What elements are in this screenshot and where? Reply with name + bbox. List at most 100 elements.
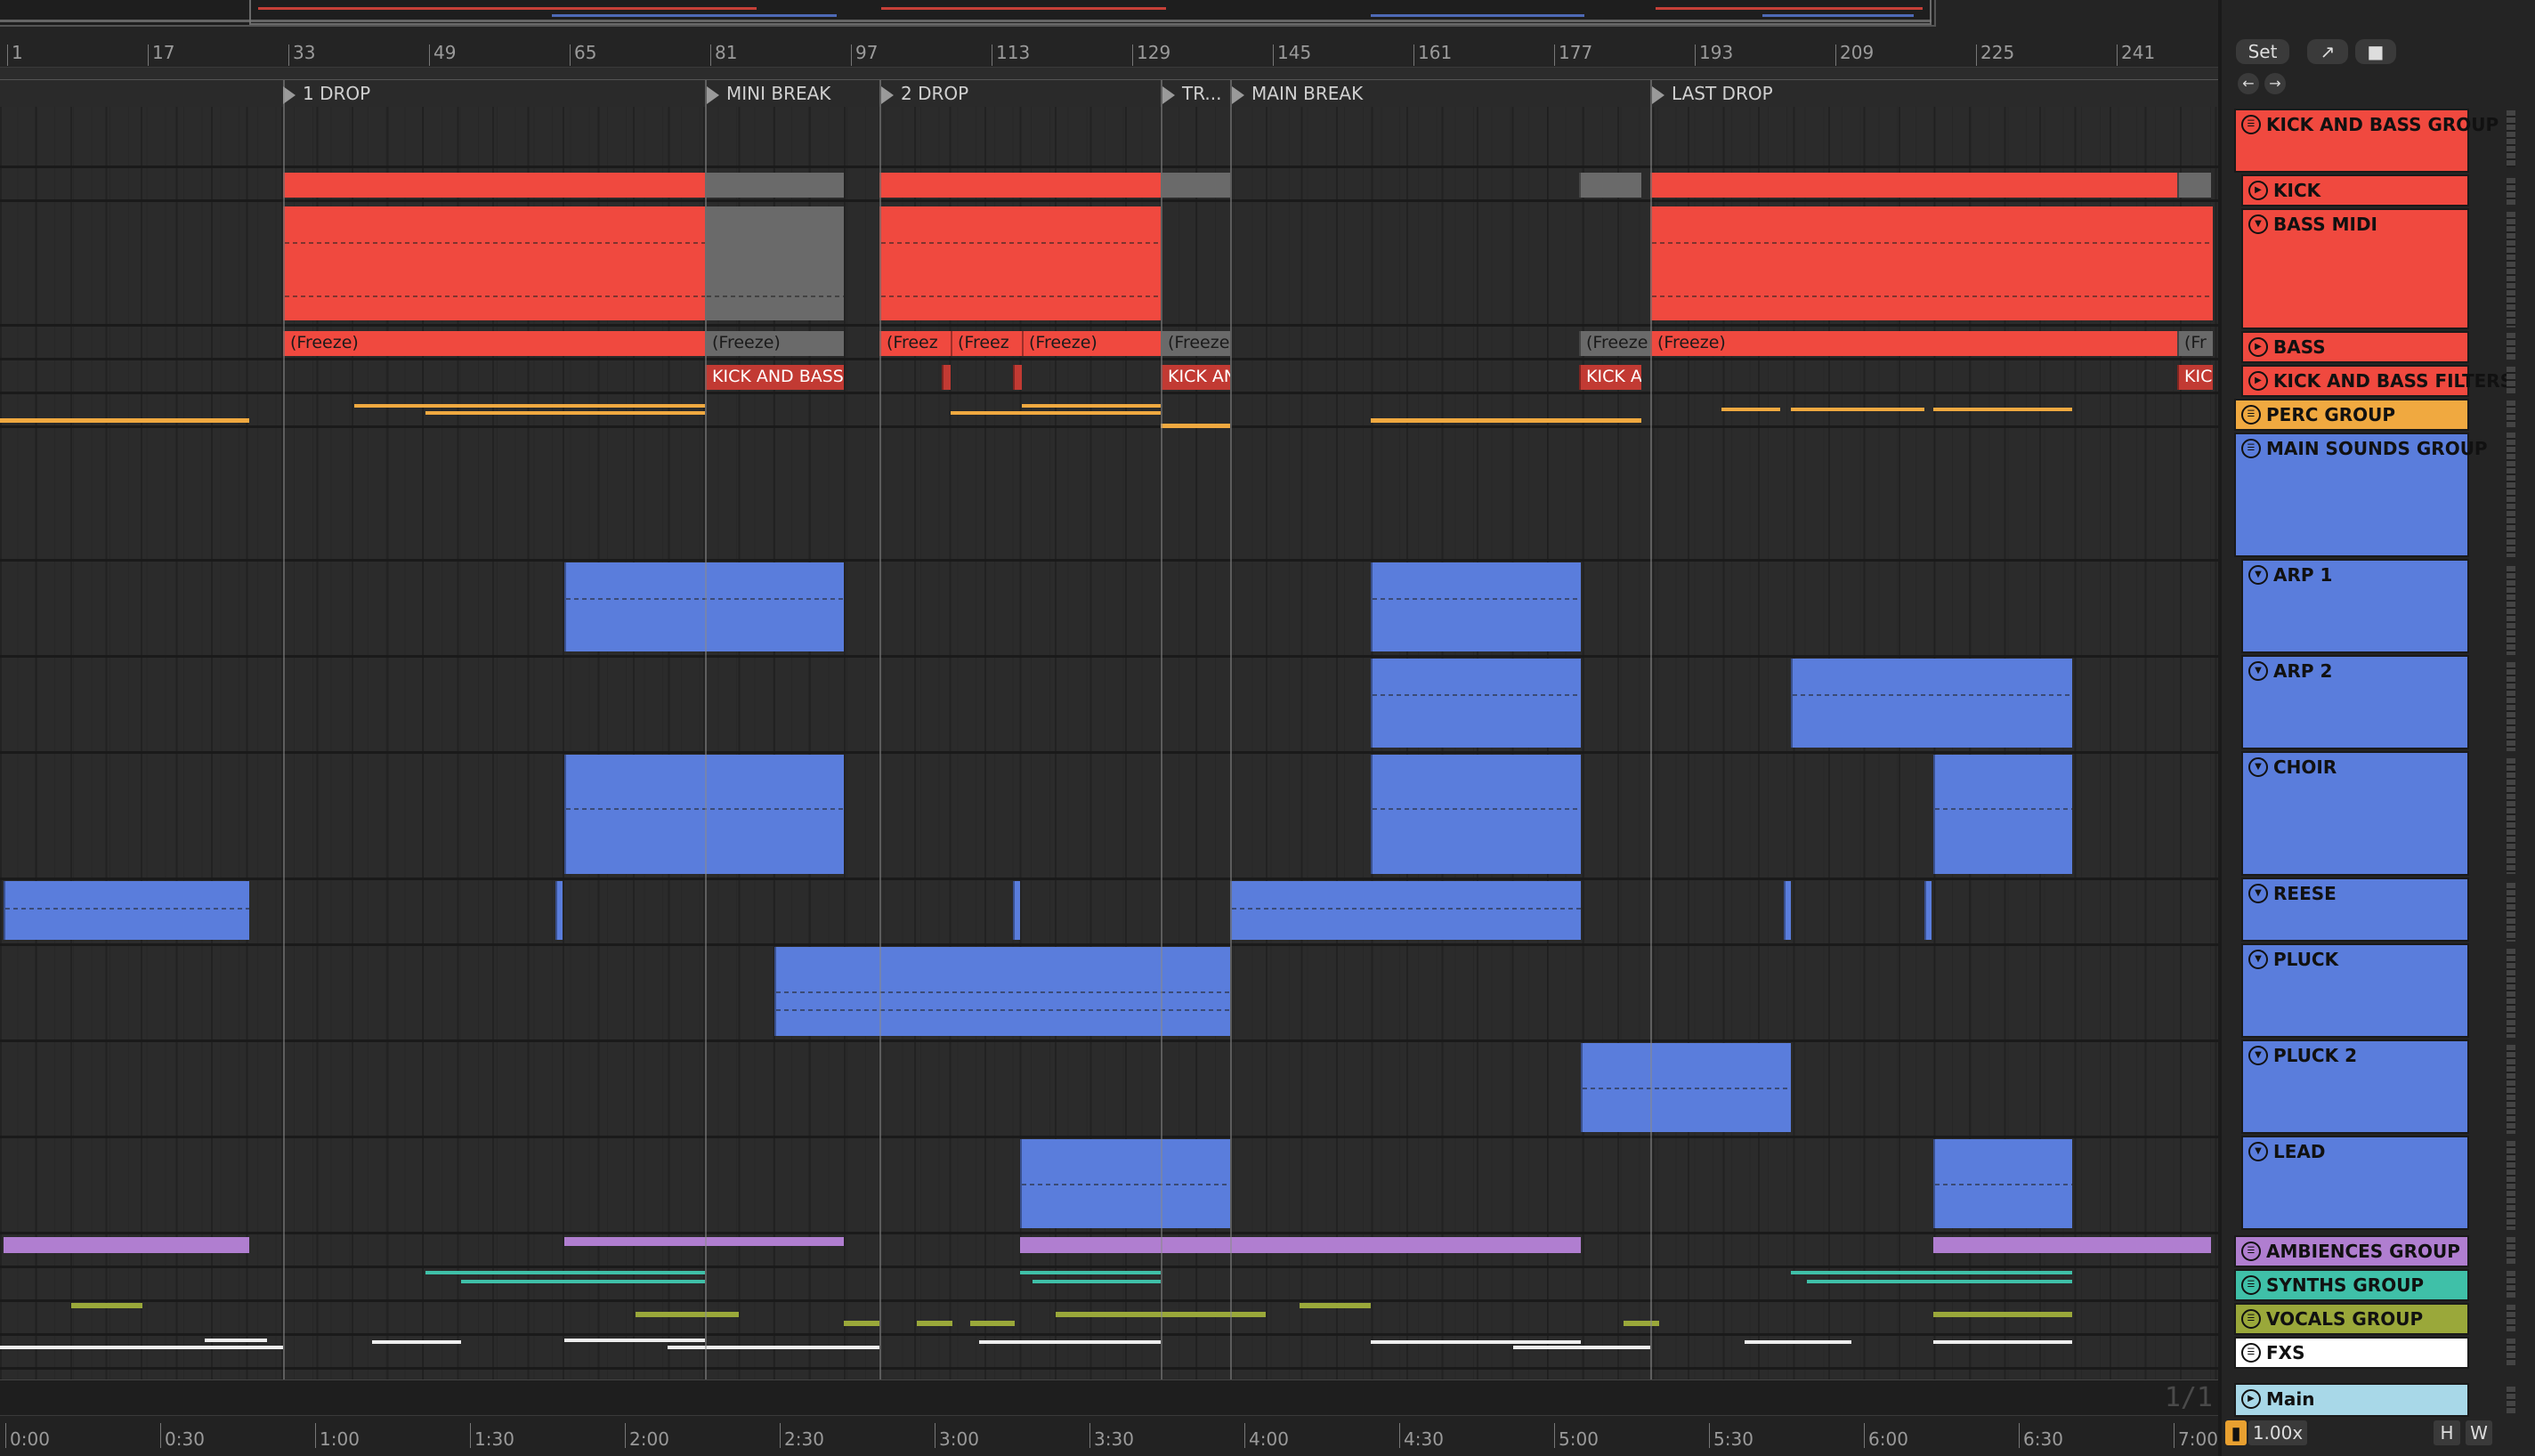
group-fold-icon[interactable]: ☰ <box>2241 1309 2261 1329</box>
play-icon[interactable]: ▶ <box>2248 337 2268 357</box>
filters-clip[interactable]: KIC <box>2177 365 2213 390</box>
choir-clip[interactable] <box>1933 755 2072 874</box>
loop-bar[interactable] <box>0 68 2218 80</box>
bass-midi-clip[interactable] <box>283 206 705 320</box>
reese-clip[interactable] <box>555 881 563 940</box>
lead-clip[interactable] <box>1933 1139 2072 1228</box>
track-header-pluck-2[interactable]: ▼ PLUCK 2 <box>2241 1039 2469 1134</box>
bass-frozen-clip[interactable]: (Freez <box>951 331 1022 356</box>
track-header-lead[interactable]: ▼ LEAD <box>2241 1136 2469 1230</box>
arp2-clip[interactable] <box>1371 659 1581 748</box>
zoom-value[interactable]: 1.00x <box>2248 1420 2307 1445</box>
filters-clip[interactable] <box>942 365 951 390</box>
fold-down-icon[interactable]: ▼ <box>2248 1046 2268 1065</box>
beat-ruler[interactable]: 1 17 33 49 65 81 97 113 129 145 161 177 … <box>0 34 2218 68</box>
play-icon[interactable]: ▶ <box>2248 371 2268 391</box>
bass-frozen-clip[interactable]: (Freeze <box>1579 331 1650 356</box>
arrow-right-icon[interactable]: → <box>2264 73 2286 94</box>
locator-last-drop[interactable]: LAST DROP <box>1650 83 1773 104</box>
bass-frozen-clip[interactable]: (Fr <box>2177 331 2213 356</box>
track-header-pluck[interactable]: ▼ PLUCK <box>2241 943 2469 1038</box>
filters-clip[interactable]: KICK AN <box>1161 365 1230 390</box>
bass-frozen-clip[interactable]: (Freeze) <box>283 331 705 356</box>
fold-down-icon[interactable]: ▼ <box>2248 214 2268 234</box>
arp1-clip[interactable] <box>1371 562 1581 651</box>
main-track-lane[interactable]: 1/1 <box>0 1379 2218 1415</box>
locator-row[interactable]: 1 DROP MINI BREAK 2 DROP TR... MAIN BREA… <box>0 80 2218 107</box>
reese-clip[interactable] <box>1784 881 1791 940</box>
arrangement-view[interactable]: (Freeze) (Freeze) (Freez (Freez (Freeze)… <box>0 107 2218 1379</box>
bass-midi-clip[interactable] <box>1650 206 2213 320</box>
locator-main-break[interactable]: MAIN BREAK <box>1230 83 1363 104</box>
locator-1-drop[interactable]: 1 DROP <box>281 83 370 104</box>
track-header-arp-1[interactable]: ▼ ARP 1 <box>2241 559 2469 653</box>
cpu-meter-icon[interactable]: ▮ <box>2225 1420 2247 1445</box>
h-button[interactable]: H <box>2434 1420 2460 1445</box>
filters-clip[interactable]: KICK AND BASS <box>705 365 844 390</box>
group-fold-icon[interactable]: ☰ <box>2241 405 2261 425</box>
reese-clip[interactable] <box>1230 881 1581 940</box>
track-header-fxs[interactable]: ☰ FXS <box>2234 1337 2469 1369</box>
play-icon[interactable]: ▶ <box>2248 181 2268 200</box>
group-fold-icon[interactable]: ☰ <box>2241 115 2261 134</box>
reese-clip[interactable] <box>1924 881 1932 940</box>
fold-down-icon[interactable]: ▼ <box>2248 884 2268 903</box>
filters-clip[interactable] <box>1013 365 1022 390</box>
track-header-synths-group[interactable]: ☰ SYNTHS GROUP <box>2234 1269 2469 1301</box>
track-header-bass-midi[interactable]: ▼ BASS MIDI <box>2241 208 2469 329</box>
kick-clip-frozen[interactable] <box>2177 173 2211 198</box>
group-fold-icon[interactable]: ☰ <box>2241 1343 2261 1363</box>
lead-clip[interactable] <box>1020 1139 1230 1228</box>
track-header-bass[interactable]: ▶ BASS <box>2241 331 2469 363</box>
track-header-main[interactable]: ▶ Main <box>2234 1383 2469 1417</box>
track-header-ambiences-group[interactable]: ☰ AMBIENCES GROUP <box>2234 1235 2469 1267</box>
track-header-perc-group[interactable]: ☰ PERC GROUP <box>2234 399 2469 431</box>
track-header-arp-2[interactable]: ▼ ARP 2 <box>2241 655 2469 749</box>
reese-clip[interactable] <box>4 881 249 940</box>
kick-clip-frozen[interactable] <box>705 173 844 198</box>
fold-down-icon[interactable]: ▼ <box>2248 565 2268 585</box>
lock-icon[interactable]: ■ <box>2355 39 2396 64</box>
fold-down-icon[interactable]: ▼ <box>2248 950 2268 969</box>
track-header-choir[interactable]: ▼ CHOIR <box>2241 751 2469 876</box>
track-header-main-sounds-group[interactable]: ☰ MAIN SOUNDS GROUP <box>2234 433 2488 557</box>
track-header-kick[interactable]: ▶ KICK <box>2241 174 2469 206</box>
bass-frozen-clip[interactable]: (Freeze) <box>705 331 844 356</box>
bass-frozen-clip[interactable]: (Freeze <box>1161 331 1230 356</box>
set-button[interactable]: Set <box>2236 39 2289 64</box>
filters-clip[interactable]: KICK A <box>1579 365 1641 390</box>
time-ruler[interactable]: 0:00 0:30 1:00 1:30 2:00 2:30 3:00 3:30 … <box>0 1415 2218 1456</box>
fold-down-icon[interactable]: ▼ <box>2248 757 2268 777</box>
play-icon[interactable]: ▶ <box>2241 1389 2261 1409</box>
bass-frozen-clip[interactable]: (Freeze) <box>1022 331 1161 356</box>
locator-2-drop[interactable]: 2 DROP <box>879 83 968 104</box>
expand-icon[interactable]: ↗ <box>2307 39 2348 64</box>
track-header-vocals-group[interactable]: ☰ VOCALS GROUP <box>2234 1303 2469 1335</box>
bass-midi-clip[interactable] <box>879 206 1161 320</box>
kick-clip[interactable] <box>879 173 1161 198</box>
kick-clip-frozen[interactable] <box>1579 173 1641 198</box>
group-fold-icon[interactable]: ☰ <box>2241 1242 2261 1261</box>
track-header-reese[interactable]: ▼ REESE <box>2241 878 2469 942</box>
bass-midi-clip-frozen[interactable] <box>705 206 844 320</box>
bass-frozen-clip[interactable]: (Freez <box>879 331 951 356</box>
reese-clip[interactable] <box>1013 881 1020 940</box>
group-fold-icon[interactable]: ☰ <box>2241 439 2261 458</box>
arp2-clip[interactable] <box>1791 659 2072 748</box>
w-button[interactable]: W <box>2466 1420 2492 1445</box>
fold-down-icon[interactable]: ▼ <box>2248 661 2268 681</box>
kick-clip-frozen[interactable] <box>1161 173 1230 198</box>
arrangement-overview[interactable] <box>0 0 1936 27</box>
bass-frozen-clip[interactable]: (Freeze) <box>1650 331 2177 356</box>
arp1-clip[interactable] <box>564 562 844 651</box>
kick-clip[interactable] <box>283 173 705 198</box>
kick-clip[interactable] <box>1650 173 2177 198</box>
locator-mini-break[interactable]: MINI BREAK <box>705 83 830 104</box>
choir-clip[interactable] <box>564 755 844 874</box>
choir-clip[interactable] <box>1371 755 1581 874</box>
track-header-kick-and-bass-group[interactable]: ☰ KICK AND BASS GROUP <box>2234 109 2499 173</box>
arrow-left-icon[interactable]: ← <box>2238 73 2259 94</box>
fold-down-icon[interactable]: ▼ <box>2248 1142 2268 1161</box>
track-header-kick-and-bass-filters[interactable]: ▶ KICK AND BASS FILTERS <box>2241 365 2513 397</box>
group-fold-icon[interactable]: ☰ <box>2241 1275 2261 1295</box>
